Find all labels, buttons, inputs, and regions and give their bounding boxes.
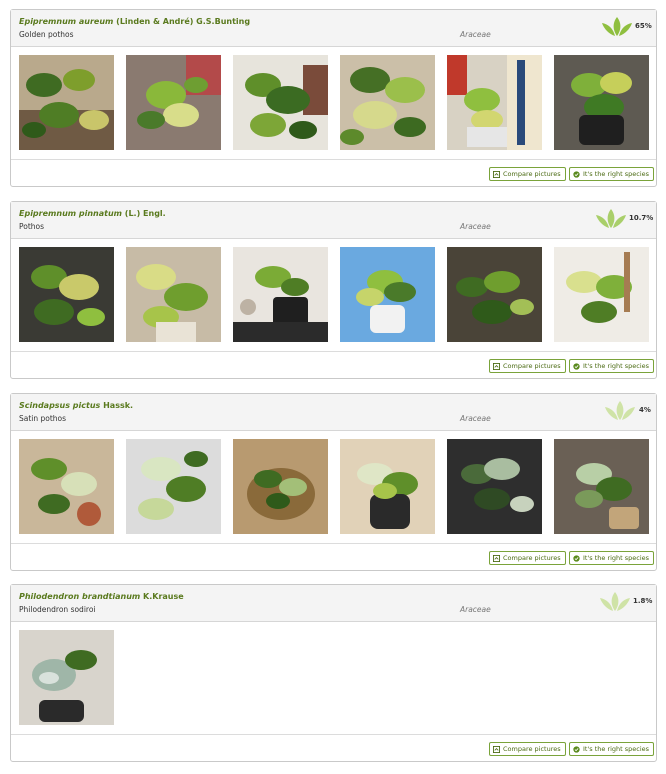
scientific-name[interactable]: Scindapsus pictus Hassk. bbox=[19, 401, 133, 410]
result-header: Epipremnum aureum (Linden & André) G.S.B… bbox=[11, 10, 656, 47]
right-species-button[interactable]: It's the right species bbox=[569, 167, 655, 181]
plant-photo[interactable] bbox=[340, 55, 435, 150]
confidence-leaf-icon bbox=[602, 17, 632, 36]
species-author: Hassk. bbox=[103, 401, 134, 410]
scientific-name[interactable]: Epipremnum pinnatum (L.) Engl. bbox=[19, 209, 166, 218]
compare-label: Compare pictures bbox=[503, 554, 561, 562]
result-header: Philodendron brandtianum K.Krause Philod… bbox=[11, 585, 656, 622]
compare-pictures-button[interactable]: Compare pictures bbox=[489, 742, 566, 756]
result-card: Scindapsus pictus Hassk. Satin pothos Ar… bbox=[10, 393, 657, 571]
plant-photo[interactable] bbox=[340, 247, 435, 342]
compare-icon bbox=[493, 745, 500, 753]
score-label: 10.7% bbox=[629, 214, 654, 222]
result-header: Scindapsus pictus Hassk. Satin pothos Ar… bbox=[11, 394, 656, 431]
scientific-name[interactable]: Epipremnum aureum (Linden & André) G.S.B… bbox=[19, 17, 250, 26]
right-species-button[interactable]: It's the right species bbox=[569, 742, 655, 756]
plant-photo[interactable] bbox=[233, 439, 328, 534]
score-label: 65% bbox=[635, 22, 652, 30]
plant-photo[interactable] bbox=[233, 247, 328, 342]
compare-label: Compare pictures bbox=[503, 745, 561, 753]
action-bar: Compare pictures It's the right species bbox=[11, 160, 656, 186]
plant-photo[interactable] bbox=[126, 247, 221, 342]
common-name: Philodendron sodiroi bbox=[19, 605, 96, 614]
common-name: Golden pothos bbox=[19, 30, 74, 39]
species-name: Epipremnum pinnatum bbox=[19, 209, 122, 218]
check-circle-icon bbox=[573, 170, 580, 178]
species-name: Scindapsus pictus bbox=[19, 401, 101, 410]
plant-photo[interactable] bbox=[554, 247, 649, 342]
compare-label: Compare pictures bbox=[503, 362, 561, 370]
species-name: Epipremnum aureum bbox=[19, 17, 114, 26]
compare-icon bbox=[493, 554, 500, 562]
result-header: Epipremnum pinnatum (L.) Engl. Pothos Ar… bbox=[11, 202, 656, 239]
plant-photo[interactable] bbox=[126, 439, 221, 534]
photo-strip bbox=[11, 622, 656, 735]
confirm-label: It's the right species bbox=[583, 170, 650, 178]
check-circle-icon bbox=[573, 745, 580, 753]
score-label: 1.8% bbox=[633, 597, 653, 605]
photo-strip bbox=[11, 431, 656, 544]
compare-icon bbox=[493, 170, 500, 178]
confirm-label: It's the right species bbox=[583, 554, 650, 562]
scientific-name[interactable]: Philodendron brandtianum K.Krause bbox=[19, 592, 184, 601]
species-author: (Linden & André) G.S.Bunting bbox=[116, 17, 251, 26]
plant-photo[interactable] bbox=[126, 55, 221, 150]
right-species-button[interactable]: It's the right species bbox=[569, 359, 655, 373]
plant-photo[interactable] bbox=[19, 439, 114, 534]
score-label: 4% bbox=[639, 406, 651, 414]
confirm-label: It's the right species bbox=[583, 745, 650, 753]
species-author: K.Krause bbox=[143, 592, 184, 601]
confidence-leaf-icon bbox=[600, 592, 630, 611]
result-card: Epipremnum aureum (Linden & André) G.S.B… bbox=[10, 9, 657, 187]
family-name: Araceae bbox=[460, 605, 491, 614]
confidence-leaf-icon bbox=[596, 209, 626, 228]
confidence-leaf-icon bbox=[605, 401, 635, 420]
photo-strip bbox=[11, 47, 656, 160]
plant-photo[interactable] bbox=[340, 439, 435, 534]
check-circle-icon bbox=[573, 554, 580, 562]
compare-icon bbox=[493, 362, 500, 370]
compare-label: Compare pictures bbox=[503, 170, 561, 178]
family-name: Araceae bbox=[460, 30, 491, 39]
result-card: Philodendron brandtianum K.Krause Philod… bbox=[10, 584, 657, 762]
check-circle-icon bbox=[573, 362, 580, 370]
plant-photo[interactable] bbox=[233, 55, 328, 150]
compare-pictures-button[interactable]: Compare pictures bbox=[489, 359, 566, 373]
species-author: (L.) Engl. bbox=[124, 209, 166, 218]
compare-pictures-button[interactable]: Compare pictures bbox=[489, 167, 566, 181]
species-name: Philodendron brandtianum bbox=[19, 592, 141, 601]
action-bar: Compare pictures It's the right species bbox=[11, 544, 656, 570]
plant-photo[interactable] bbox=[19, 55, 114, 150]
plant-photo[interactable] bbox=[19, 247, 114, 342]
plant-photo[interactable] bbox=[19, 630, 114, 725]
compare-pictures-button[interactable]: Compare pictures bbox=[489, 551, 566, 565]
result-card: Epipremnum pinnatum (L.) Engl. Pothos Ar… bbox=[10, 201, 657, 379]
right-species-button[interactable]: It's the right species bbox=[569, 551, 655, 565]
plant-photo[interactable] bbox=[447, 55, 542, 150]
plant-photo[interactable] bbox=[554, 55, 649, 150]
action-bar: Compare pictures It's the right species bbox=[11, 352, 656, 378]
family-name: Araceae bbox=[460, 414, 491, 423]
family-name: Araceae bbox=[460, 222, 491, 231]
plant-photo[interactable] bbox=[447, 247, 542, 342]
photo-strip bbox=[11, 239, 656, 352]
common-name: Satin pothos bbox=[19, 414, 67, 423]
action-bar: Compare pictures It's the right species bbox=[11, 735, 656, 761]
common-name: Pothos bbox=[19, 222, 45, 231]
plant-photo[interactable] bbox=[447, 439, 542, 534]
confirm-label: It's the right species bbox=[583, 362, 650, 370]
plant-photo[interactable] bbox=[554, 439, 649, 534]
